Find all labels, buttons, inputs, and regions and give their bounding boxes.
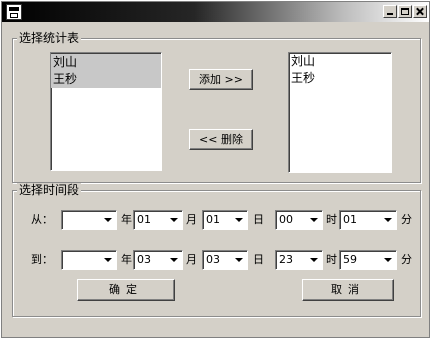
from-hour-select[interactable]: 00: [275, 210, 323, 230]
add-button[interactable]: 添加 >>: [189, 69, 253, 90]
available-list[interactable]: 刘山 王秒: [50, 52, 162, 171]
selected-list[interactable]: 刘山 王秒: [288, 52, 392, 173]
dialog-window: 选择统计表 刘山 王秒 添加 >> << 删除 刘山 王秒 选择时间段 从： 年…: [1, 1, 430, 338]
hour-unit-label: 时: [326, 253, 337, 266]
select-time-group: 选择时间段 从： 年 01 月 01 日 00 时 01 分 到： 年 03 月…: [12, 183, 421, 317]
year-unit-label: 年: [121, 213, 132, 226]
chevron-down-icon[interactable]: [100, 212, 115, 228]
chevron-down-icon[interactable]: [380, 252, 395, 268]
from-hour-value: 00: [279, 213, 293, 226]
chevron-down-icon[interactable]: [306, 252, 321, 268]
minute-unit-label: 分: [401, 253, 412, 266]
chevron-down-icon[interactable]: [100, 252, 115, 268]
from-label: 从：: [31, 213, 53, 226]
to-month-select[interactable]: 03: [133, 250, 183, 270]
month-unit-label: 月: [186, 213, 197, 226]
title-bar[interactable]: [2, 2, 429, 22]
from-year-select[interactable]: [61, 210, 117, 230]
delete-button[interactable]: << 删除: [189, 129, 253, 150]
app-icon: [6, 4, 22, 20]
minute-unit-label: 分: [401, 213, 412, 226]
month-unit-label: 月: [186, 253, 197, 266]
to-year-select[interactable]: [61, 250, 117, 270]
to-minute-value: 59: [343, 253, 357, 266]
to-hour-select[interactable]: 23: [275, 250, 323, 270]
chevron-down-icon[interactable]: [166, 252, 181, 268]
from-minute-select[interactable]: 01: [339, 210, 397, 230]
chevron-down-icon[interactable]: [166, 212, 181, 228]
chevron-down-icon[interactable]: [231, 212, 246, 228]
to-hour-value: 23: [279, 253, 293, 266]
from-day-select[interactable]: 01: [202, 210, 248, 230]
to-day-select[interactable]: 03: [202, 250, 248, 270]
ok-button[interactable]: 确定: [77, 279, 175, 301]
chevron-down-icon[interactable]: [380, 212, 395, 228]
from-day-value: 01: [206, 213, 220, 226]
chevron-down-icon[interactable]: [306, 212, 321, 228]
list-item[interactable]: 王秒: [51, 71, 161, 88]
list-item[interactable]: 刘山: [51, 54, 161, 71]
from-month-select[interactable]: 01: [133, 210, 183, 230]
to-label: 到：: [31, 253, 53, 266]
select-table-title: 选择统计表: [17, 31, 82, 45]
chevron-down-icon[interactable]: [231, 252, 246, 268]
to-day-value: 03: [206, 253, 220, 266]
select-time-title: 选择时间段: [17, 183, 82, 197]
select-table-group: 选择统计表 刘山 王秒 添加 >> << 删除 刘山 王秒: [12, 31, 421, 183]
to-minute-select[interactable]: 59: [339, 250, 397, 270]
from-month-value: 01: [137, 213, 151, 226]
hour-unit-label: 时: [326, 213, 337, 226]
to-month-value: 03: [137, 253, 151, 266]
year-unit-label: 年: [121, 253, 132, 266]
minimize-icon[interactable]: [383, 5, 397, 18]
close-icon[interactable]: [413, 5, 427, 18]
cancel-button[interactable]: 取消: [302, 279, 394, 301]
day-unit-label: 日: [253, 253, 264, 266]
list-item[interactable]: 王秒: [289, 70, 391, 87]
from-minute-value: 01: [343, 213, 357, 226]
maximize-icon[interactable]: [398, 5, 412, 18]
list-item[interactable]: 刘山: [289, 53, 391, 70]
day-unit-label: 日: [253, 213, 264, 226]
